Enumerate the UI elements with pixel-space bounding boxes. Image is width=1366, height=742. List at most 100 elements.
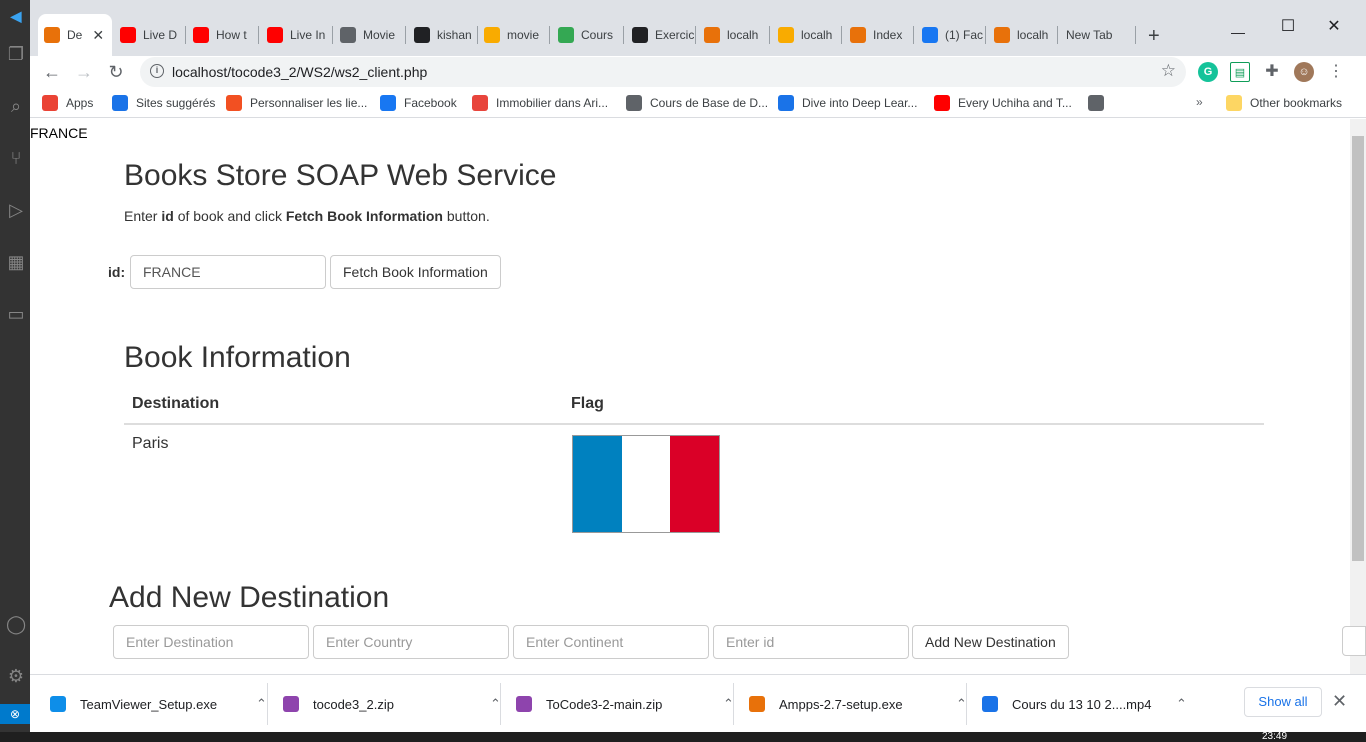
chevron-up-icon[interactable]: ⌃ (1176, 696, 1187, 712)
download-item[interactable]: ToCode3-2-main.zip ⌃ (516, 675, 741, 733)
extensions-puzzle-icon[interactable]: ✚ (1262, 62, 1282, 82)
destination-cell: Paris (132, 435, 169, 452)
close-downloads-icon[interactable]: ✕ (1332, 691, 1347, 712)
bookmark-6[interactable]: Dive into Deep Lear... (778, 95, 917, 111)
tab-label: (1) Fac (945, 28, 984, 42)
file-icon (283, 696, 299, 712)
vscode-activity-bar: ◀ ❐ ⌕ ⑂ ▷ ▦ ▭ ◯ ⚙ ⊗ (0, 0, 30, 742)
destination-input[interactable]: Enter Destination (113, 625, 309, 659)
tab-7[interactable]: Cours (552, 14, 624, 56)
back-icon[interactable]: ← (40, 60, 64, 84)
tab-3[interactable]: Live In (261, 14, 333, 56)
download-item[interactable]: Cours du 13 10 2....mp4 ⌃ (982, 675, 1207, 733)
address-bar[interactable]: i localhost/tocode3_2/WS2/ws2_client.php… (140, 57, 1186, 87)
tab-label: Index (873, 28, 903, 42)
bookmark-7[interactable]: Every Uchiha and T... (934, 95, 1072, 111)
tab-0[interactable]: De ✕ (38, 14, 112, 56)
debug-icon[interactable]: ▷ (6, 200, 26, 220)
bookmark-1[interactable]: Sites suggérés (112, 95, 215, 111)
tab-8[interactable]: Exercic (626, 14, 696, 56)
tab-separator (258, 26, 259, 44)
close-tab-icon[interactable]: ✕ (92, 27, 104, 44)
chevron-up-icon[interactable]: ⌃ (256, 696, 267, 712)
tab-10[interactable]: localh (772, 14, 842, 56)
teamviewer-badge-icon[interactable] (1342, 626, 1366, 656)
country-input[interactable]: Enter Country (313, 625, 509, 659)
tab-strip: + — ☐ ✕ De ✕ Live D How t Live In Movie kishan… (30, 10, 1366, 56)
flag-stripe (573, 436, 622, 532)
remote-status-icon[interactable]: ⊗ (0, 704, 30, 724)
bookmark-label: Every Uchiha and T... (958, 96, 1072, 110)
settings-gear-icon[interactable]: ⚙ (6, 666, 26, 686)
bookmark-8[interactable] (1088, 95, 1112, 111)
show-all-button[interactable]: Show all (1244, 687, 1322, 717)
tab-separator (913, 26, 914, 44)
tab-favicon-icon (414, 27, 430, 43)
tab-1[interactable]: Live D (114, 14, 186, 56)
tab-6[interactable]: movie (478, 14, 550, 56)
tab-2[interactable]: How t (187, 14, 259, 56)
menu-kebab-icon[interactable]: ⋮ (1326, 62, 1346, 82)
tab-separator (549, 26, 550, 44)
tab-label: Exercic (655, 28, 695, 42)
new-tab-icon[interactable]: + (1148, 26, 1160, 46)
id-input[interactable]: FRANCE (130, 255, 326, 289)
tab-4[interactable]: Movie (334, 14, 406, 56)
sheets-extension-icon[interactable]: ▤ (1230, 62, 1250, 82)
tab-label: localh (801, 28, 833, 42)
tab-9[interactable]: localh (698, 14, 770, 56)
fetch-book-button[interactable]: Fetch Book Information (330, 255, 501, 289)
url-text[interactable]: localhost/tocode3_2/WS2/ws2_client.php (172, 64, 427, 80)
close-window-icon[interactable]: ✕ (1324, 16, 1344, 36)
bookmark-star-icon[interactable]: ☆ (1161, 61, 1176, 81)
tab-13[interactable]: localh (988, 14, 1058, 56)
extensions-icon[interactable]: ▦ (6, 252, 26, 272)
bookmarks-overflow-icon[interactable]: » (1196, 95, 1203, 109)
download-item[interactable]: tocode3_2.zip ⌃ (283, 675, 508, 733)
titlebar (30, 0, 1366, 10)
tab-label: Live In (290, 28, 326, 42)
tab-favicon-icon (704, 27, 720, 43)
download-item[interactable]: TeamViewer_Setup.exe ⌃ (50, 675, 275, 733)
new-id-input[interactable]: Enter id (713, 625, 909, 659)
forward-icon[interactable]: → (72, 60, 96, 84)
bookmark-4[interactable]: Immobilier dans Ari... (472, 95, 608, 111)
continent-input[interactable]: Enter Continent (513, 625, 709, 659)
profile-avatar[interactable]: ☺ (1294, 62, 1314, 82)
account-icon[interactable]: ◯ (6, 614, 26, 634)
tab-11[interactable]: Index (844, 14, 914, 56)
download-item[interactable]: Ampps-2.7-setup.exe ⌃ (749, 675, 974, 733)
maximize-icon[interactable]: ☐ (1278, 16, 1298, 36)
bookmark-label: Cours de Base de D... (650, 96, 769, 110)
search-icon[interactable]: ⌕ (6, 96, 26, 116)
download-filename: tocode3_2.zip (313, 696, 394, 712)
bookmark-5[interactable]: Cours de Base de D... (626, 95, 768, 111)
scrollbar-thumb[interactable] (1352, 136, 1364, 561)
bookmark-3[interactable]: Facebook (380, 95, 457, 111)
minimize-icon[interactable]: — (1228, 24, 1248, 40)
remote-explorer-icon[interactable]: ▭ (6, 304, 26, 324)
page-title: Books Store SOAP Web Service (124, 159, 557, 192)
download-filename: Ampps-2.7-setup.exe (779, 696, 903, 712)
tab-5[interactable]: kishan (408, 14, 478, 56)
bookmark-2[interactable]: Personnaliser les lie... (226, 95, 367, 111)
tab-12[interactable]: (1) Fac (916, 14, 986, 56)
explorer-icon[interactable]: ❐ (6, 44, 26, 64)
other-bookmarks[interactable]: Other bookmarks (1226, 95, 1342, 111)
grammarly-extension-icon[interactable]: G (1198, 62, 1218, 82)
source-control-icon[interactable]: ⑂ (6, 148, 26, 168)
download-separator (500, 683, 501, 725)
column-destination: Destination (132, 395, 220, 412)
bookmark-0[interactable]: Apps (42, 95, 93, 111)
tab-favicon-icon (922, 27, 938, 43)
site-info-icon[interactable]: i (150, 64, 164, 78)
tab-14[interactable]: New Tab (1060, 14, 1136, 56)
download-filename: ToCode3-2-main.zip (546, 696, 663, 712)
reload-icon[interactable]: ↻ (104, 60, 128, 84)
folder-icon (1226, 95, 1242, 111)
download-filename: TeamViewer_Setup.exe (80, 696, 218, 712)
tab-separator (841, 26, 842, 44)
tab-favicon-icon (994, 27, 1010, 43)
add-destination-button[interactable]: Add New Destination (912, 625, 1069, 659)
id-label: id: (108, 264, 126, 280)
